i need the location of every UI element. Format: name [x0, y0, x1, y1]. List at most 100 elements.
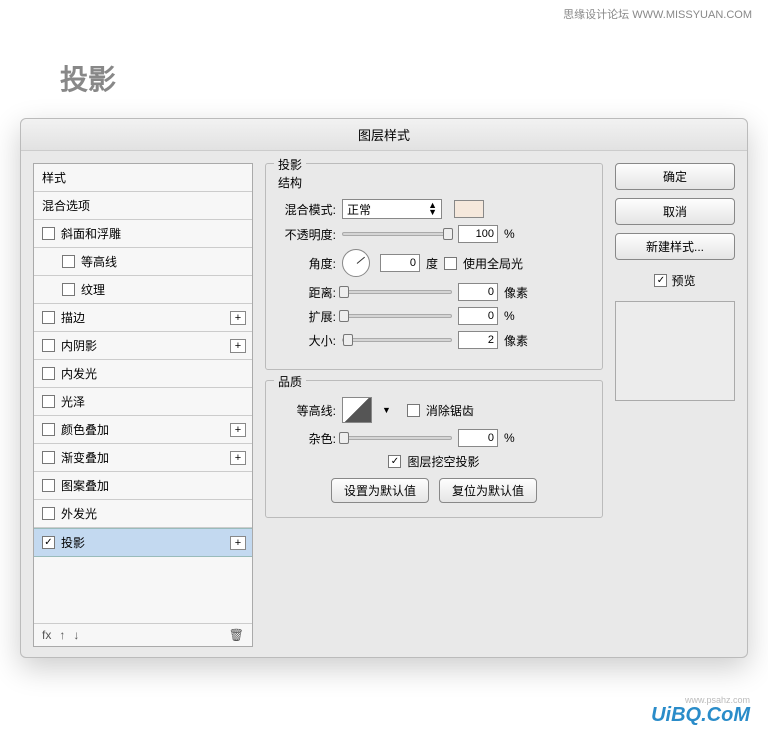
size-label: 大小:: [278, 332, 336, 349]
effect-row-1[interactable]: 等高线: [34, 248, 252, 276]
effect-label: 光泽: [61, 393, 85, 410]
effect-checkbox[interactable]: [42, 507, 55, 520]
add-effect-icon[interactable]: +: [230, 339, 246, 353]
effect-checkbox[interactable]: ✓: [42, 536, 55, 549]
angle-label: 角度:: [278, 255, 336, 272]
effect-row-9[interactable]: 图案叠加: [34, 472, 252, 500]
effect-label: 内阴影: [61, 337, 97, 354]
dropdown-arrows-icon: ▲▼: [428, 202, 437, 216]
effect-row-2[interactable]: 纹理: [34, 276, 252, 304]
effect-label: 外发光: [61, 505, 97, 522]
effect-label: 纹理: [81, 281, 105, 298]
fx-label: fx: [42, 628, 51, 642]
effect-checkbox[interactable]: [42, 227, 55, 240]
dialog-body: 样式 混合选项 斜面和浮雕等高线纹理描边+内阴影+内发光光泽颜色叠加+渐变叠加+…: [21, 151, 747, 659]
color-swatch[interactable]: [454, 200, 484, 218]
preview-checkbox[interactable]: ✓: [654, 274, 667, 287]
contour-label: 等高线:: [278, 402, 336, 419]
effects-header-blend[interactable]: 混合选项: [34, 192, 252, 220]
distance-slider[interactable]: [342, 290, 452, 294]
effect-label: 内发光: [61, 365, 97, 382]
cancel-button[interactable]: 取消: [615, 198, 735, 225]
antialias-checkbox[interactable]: [407, 404, 420, 417]
knockout-label: 图层挖空投影: [407, 453, 479, 470]
reset-default-button[interactable]: 复位为默认值: [439, 478, 537, 503]
blend-mode-label: 混合模式:: [278, 201, 336, 218]
effect-row-7[interactable]: 颜色叠加 +: [34, 416, 252, 444]
structure-subtitle: 结构: [278, 174, 590, 191]
effect-checkbox[interactable]: [62, 283, 75, 296]
effect-label: 图案叠加: [61, 477, 109, 494]
effect-label: 颜色叠加: [61, 421, 109, 438]
add-effect-icon[interactable]: +: [230, 451, 246, 465]
section-title: 投影: [274, 156, 306, 173]
blend-mode-value: 正常: [347, 201, 371, 218]
bottom-watermark: UiBQ.CoM: [651, 704, 750, 727]
make-default-button[interactable]: 设置为默认值: [331, 478, 429, 503]
settings-panel: 投影 结构 混合模式: 正常 ▲▼ 不透明度: %: [265, 163, 603, 647]
effect-checkbox[interactable]: [42, 423, 55, 436]
effect-checkbox[interactable]: [42, 311, 55, 324]
right-column: 确定 取消 新建样式... ✓ 预览: [615, 163, 735, 647]
up-arrow-icon[interactable]: ↑: [59, 628, 65, 642]
quality-fieldset: 品质 等高线: ▼ 消除锯齿 杂色: % ✓ 图层挖空投影: [265, 380, 603, 518]
ok-button[interactable]: 确定: [615, 163, 735, 190]
page-title: 投影: [60, 58, 116, 98]
effect-row-6[interactable]: 光泽: [34, 388, 252, 416]
global-light-label: 使用全局光: [463, 255, 523, 272]
effect-row-3[interactable]: 描边 +: [34, 304, 252, 332]
opacity-input[interactable]: [458, 225, 498, 243]
knockout-checkbox[interactable]: ✓: [388, 455, 401, 468]
blend-mode-dropdown[interactable]: 正常 ▲▼: [342, 199, 442, 219]
spread-input[interactable]: [458, 307, 498, 325]
spread-unit: %: [504, 309, 515, 323]
noise-unit: %: [504, 431, 515, 445]
effect-row-0[interactable]: 斜面和浮雕: [34, 220, 252, 248]
layer-style-dialog: 图层样式 样式 混合选项 斜面和浮雕等高线纹理描边+内阴影+内发光光泽颜色叠加+…: [20, 118, 748, 658]
effect-checkbox[interactable]: [42, 451, 55, 464]
quality-title: 品质: [274, 373, 306, 390]
opacity-unit: %: [504, 227, 515, 241]
angle-unit: 度: [426, 255, 438, 272]
effect-checkbox[interactable]: [42, 395, 55, 408]
add-effect-icon[interactable]: +: [230, 423, 246, 437]
effect-label: 等高线: [81, 253, 117, 270]
effect-checkbox[interactable]: [42, 339, 55, 352]
opacity-label: 不透明度:: [278, 226, 336, 243]
add-effect-icon[interactable]: +: [230, 536, 246, 550]
size-input[interactable]: [458, 331, 498, 349]
opacity-slider[interactable]: [342, 232, 452, 236]
effect-label: 描边: [61, 309, 85, 326]
effect-label: 投影: [61, 534, 85, 551]
structure-fieldset: 投影 结构 混合模式: 正常 ▲▼ 不透明度: %: [265, 163, 603, 370]
preview-label: 预览: [671, 272, 695, 289]
effects-footer: fx ↑ ↓ 🗑: [34, 623, 252, 646]
trash-icon[interactable]: 🗑: [229, 628, 244, 642]
spread-label: 扩展:: [278, 308, 336, 325]
effect-row-10[interactable]: 外发光: [34, 500, 252, 528]
down-arrow-icon[interactable]: ↓: [73, 628, 79, 642]
effects-header-styles[interactable]: 样式: [34, 164, 252, 192]
global-light-checkbox[interactable]: [444, 257, 457, 270]
effect-row-11[interactable]: ✓ 投影 +: [34, 528, 252, 557]
noise-label: 杂色:: [278, 430, 336, 447]
noise-slider[interactable]: [342, 436, 452, 440]
add-effect-icon[interactable]: +: [230, 311, 246, 325]
new-style-button[interactable]: 新建样式...: [615, 233, 735, 260]
effect-label: 斜面和浮雕: [61, 225, 121, 242]
angle-input[interactable]: [380, 254, 420, 272]
effect-row-5[interactable]: 内发光: [34, 360, 252, 388]
effect-row-8[interactable]: 渐变叠加+: [34, 444, 252, 472]
effect-row-4[interactable]: 内阴影 +: [34, 332, 252, 360]
contour-picker[interactable]: [342, 397, 372, 423]
noise-input[interactable]: [458, 429, 498, 447]
effect-checkbox[interactable]: [42, 479, 55, 492]
effect-checkbox[interactable]: [42, 367, 55, 380]
size-slider[interactable]: [342, 338, 452, 342]
distance-input[interactable]: [458, 283, 498, 301]
distance-label: 距离:: [278, 284, 336, 301]
spread-slider[interactable]: [342, 314, 452, 318]
angle-dial[interactable]: [342, 249, 370, 277]
effect-checkbox[interactable]: [62, 255, 75, 268]
contour-dropdown-icon[interactable]: ▼: [382, 405, 391, 415]
